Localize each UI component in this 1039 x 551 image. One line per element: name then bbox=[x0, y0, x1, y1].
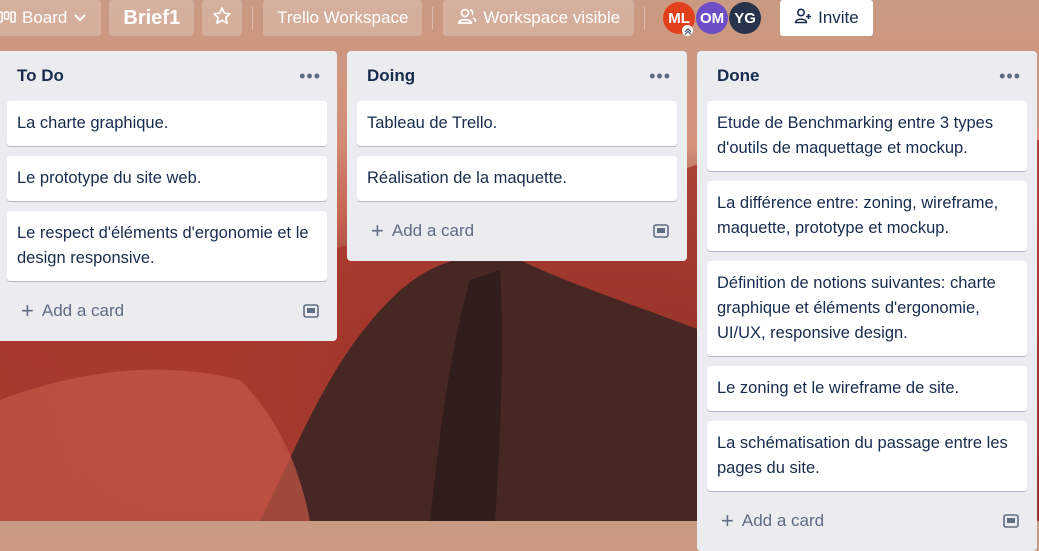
list-footer: + Add a card bbox=[7, 291, 327, 331]
admin-chevron-icon bbox=[682, 25, 694, 36]
avatar-initials: OM bbox=[700, 9, 725, 27]
board-view-switcher[interactable]: Board bbox=[0, 0, 102, 36]
star-icon bbox=[212, 6, 232, 31]
board-header: Board Brief1 Trello Workspace Workspace … bbox=[0, 0, 1039, 36]
list-footer: + Add a card bbox=[707, 501, 1027, 541]
board-members: ML OM YG bbox=[663, 2, 762, 36]
add-card-button[interactable]: + Add a card bbox=[21, 300, 124, 322]
list-header: To Do ••• bbox=[7, 51, 327, 101]
card[interactable]: Le prototype du site web. bbox=[7, 156, 327, 201]
more-icon[interactable]: ••• bbox=[649, 67, 671, 85]
list-title[interactable]: Doing bbox=[367, 66, 415, 86]
add-person-icon bbox=[794, 7, 812, 30]
visibility-button[interactable]: Workspace visible bbox=[443, 0, 635, 36]
add-card-label: Add a card bbox=[741, 511, 825, 530]
card-template-icon[interactable] bbox=[303, 304, 319, 318]
avatar[interactable]: ML bbox=[663, 2, 696, 36]
plus-icon: + bbox=[21, 298, 34, 323]
card[interactable]: La schématisation du passage entre les p… bbox=[707, 421, 1027, 491]
more-icon[interactable]: ••• bbox=[999, 67, 1021, 85]
list-title[interactable]: Done bbox=[717, 66, 760, 86]
list-to-do: To Do ••• La charte graphique. Le protot… bbox=[0, 51, 337, 341]
header-divider bbox=[252, 7, 254, 29]
invite-button[interactable]: Invite bbox=[780, 0, 873, 36]
card[interactable]: Le respect d'éléments d'ergonomie et le … bbox=[7, 211, 327, 281]
invite-label: Invite bbox=[818, 8, 859, 27]
list-doing: Doing ••• Tableau de Trello. Réalisation… bbox=[347, 51, 687, 261]
board-title[interactable]: Brief1 bbox=[109, 0, 195, 36]
list-done: Done ••• Etude de Benchmarking entre 3 t… bbox=[697, 51, 1037, 551]
header-divider bbox=[644, 7, 646, 29]
card-template-icon[interactable] bbox=[1003, 514, 1019, 528]
card[interactable]: Définition de notions suivantes: charte … bbox=[707, 261, 1027, 356]
card[interactable]: La différence entre: zoning, wireframe, … bbox=[707, 181, 1027, 251]
workspace-button[interactable]: Trello Workspace bbox=[263, 0, 423, 36]
card[interactable]: Tableau de Trello. bbox=[357, 101, 677, 146]
avatar-initials: YG bbox=[734, 9, 756, 27]
list-footer: + Add a card bbox=[357, 211, 677, 251]
avatar[interactable]: OM bbox=[696, 2, 729, 34]
chevron-down-icon bbox=[73, 8, 87, 28]
more-icon[interactable]: ••• bbox=[299, 67, 321, 85]
plus-icon: + bbox=[721, 508, 734, 533]
star-button[interactable] bbox=[202, 0, 243, 36]
add-card-label: Add a card bbox=[41, 301, 125, 320]
board-view-label: Board bbox=[22, 8, 68, 27]
list-title[interactable]: To Do bbox=[17, 66, 64, 86]
add-card-button[interactable]: + Add a card bbox=[371, 220, 474, 242]
add-card-label: Add a card bbox=[391, 221, 475, 240]
people-icon bbox=[457, 7, 477, 30]
plus-icon: + bbox=[371, 218, 384, 243]
card[interactable]: Le zoning et le wireframe de site. bbox=[707, 366, 1027, 411]
board-view-icon bbox=[0, 8, 16, 28]
card-template-icon[interactable] bbox=[653, 224, 669, 238]
list-header: Done ••• bbox=[707, 51, 1027, 101]
visibility-label: Workspace visible bbox=[483, 8, 621, 27]
avatar[interactable]: YG bbox=[729, 2, 762, 34]
card[interactable]: Réalisation de la maquette. bbox=[357, 156, 677, 201]
list-header: Doing ••• bbox=[357, 51, 677, 101]
header-divider bbox=[432, 7, 434, 29]
card[interactable]: Etude de Benchmarking entre 3 types d'ou… bbox=[707, 101, 1027, 171]
avatar-initials: ML bbox=[668, 9, 690, 27]
add-card-button[interactable]: + Add a card bbox=[721, 510, 824, 532]
card[interactable]: La charte graphique. bbox=[7, 101, 327, 146]
